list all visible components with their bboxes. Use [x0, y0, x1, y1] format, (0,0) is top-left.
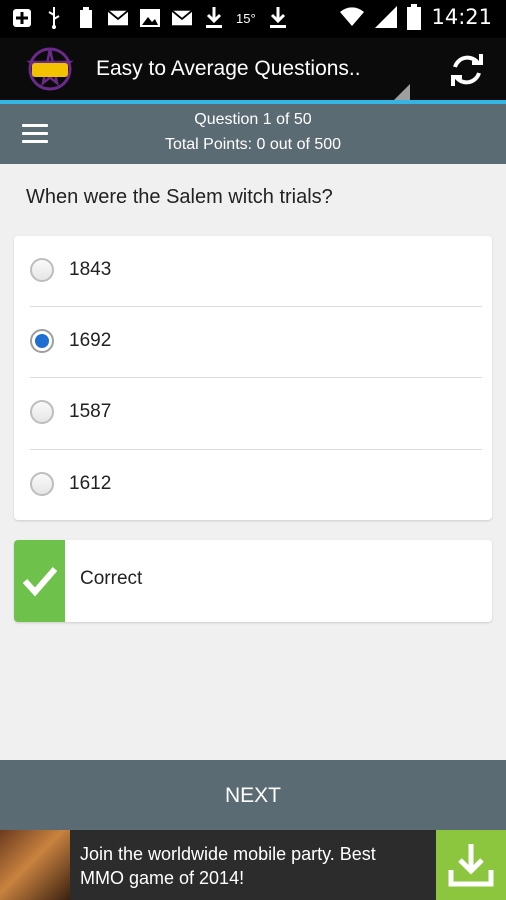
answer-label: 1843 [69, 259, 112, 280]
wifi-icon [340, 7, 365, 26]
temperature-label: 15° [236, 10, 256, 26]
download-icon[interactable] [436, 830, 506, 900]
spinner-arrow-icon [394, 84, 410, 100]
signal-icon [375, 6, 398, 28]
app-logo[interactable] [26, 47, 74, 91]
ad-banner[interactable]: Join the worldwide mobile party. Best MM… [0, 830, 506, 900]
usb-icon [44, 6, 64, 30]
download-icon [204, 6, 224, 30]
quiz-category-spinner[interactable]: Easy to Average Questions.. [96, 57, 361, 81]
answer-label: 1692 [69, 330, 112, 351]
download-icon [268, 6, 288, 30]
battery-icon [407, 4, 422, 30]
ad-image[interactable] [0, 830, 70, 900]
question-text: When were the Salem witch trials? [26, 186, 333, 208]
add-icon [12, 6, 32, 30]
quiz-header: Question 1 of 50 Total Points: 0 out of … [0, 104, 506, 164]
app-bar: Easy to Average Questions.. [0, 38, 506, 104]
radio-button-selected[interactable] [30, 329, 54, 353]
answer-label: 1587 [69, 401, 112, 422]
check-icon [14, 540, 65, 622]
status-bar: 15° 14:21 [0, 0, 506, 38]
next-button[interactable]: NEXT [0, 760, 506, 830]
result-card: Correct [14, 540, 492, 622]
clock: 14:21 [431, 5, 492, 29]
answer-options: 1843 1692 1587 1612 [14, 236, 492, 520]
radio-button[interactable] [30, 258, 54, 282]
email-icon [108, 6, 128, 30]
image-icon [140, 6, 160, 30]
radio-button[interactable] [30, 472, 54, 496]
answer-option[interactable]: 1843 [14, 236, 492, 307]
mail-icon [172, 6, 192, 30]
system-icons: 14:21 [339, 4, 492, 30]
refresh-icon[interactable] [448, 51, 486, 89]
battery-small-icon [76, 6, 96, 30]
result-label: Correct [80, 568, 143, 589]
total-points: Total Points: 0 out of 500 [164, 136, 342, 153]
question-progress: Question 1 of 50 [194, 111, 312, 128]
notification-icons: 15° [12, 6, 288, 30]
radio-button[interactable] [30, 400, 54, 424]
answer-option[interactable]: 1612 [14, 450, 492, 521]
answer-option[interactable]: 1587 [14, 378, 492, 449]
answer-label: 1612 [69, 473, 112, 494]
ad-text[interactable]: Join the worldwide mobile party. Best MM… [80, 842, 420, 890]
answer-option[interactable]: 1692 [14, 307, 492, 378]
